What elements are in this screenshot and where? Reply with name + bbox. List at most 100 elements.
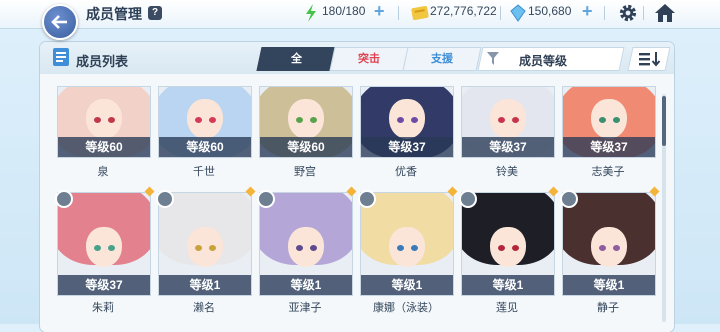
portrait-eye	[209, 117, 216, 123]
member-level: 等级37	[361, 137, 453, 157]
portrait-face	[591, 227, 627, 267]
member-level: 等级60	[159, 137, 251, 157]
portrait-eye	[108, 117, 115, 123]
portrait-face	[389, 99, 425, 139]
member-name: 静子	[597, 302, 619, 314]
portrait-eye	[397, 117, 404, 123]
portrait-eye	[498, 117, 505, 123]
member-portrait: 等级60	[57, 86, 151, 158]
member-card[interactable]: 等级1 康娜（泳装）	[358, 186, 458, 315]
divider	[500, 6, 501, 20]
member-name: 铃美	[496, 166, 518, 178]
portrait-face	[288, 99, 324, 139]
member-portrait: 等级37	[57, 192, 151, 296]
portrait-face	[187, 99, 223, 139]
member-card[interactable]: 等级1 莲见	[459, 186, 559, 315]
portrait-eye	[599, 117, 606, 123]
member-portrait: 等级1	[158, 192, 252, 296]
lock-icon[interactable]	[257, 190, 275, 208]
member-card[interactable]: 等级37 朱莉	[55, 186, 155, 315]
lock-icon[interactable]	[55, 190, 73, 208]
member-name: 莲见	[496, 302, 518, 314]
portrait-eye	[411, 245, 418, 251]
stamina-value: 180/180	[322, 4, 366, 18]
member-portrait: 等级37	[562, 86, 656, 158]
tab-special[interactable]: 支援	[402, 47, 482, 71]
add-stamina-button[interactable]: +	[374, 1, 385, 22]
member-level: 等级1	[361, 275, 453, 295]
member-card[interactable]: 等级37 优香	[360, 86, 454, 179]
member-list-icon	[53, 48, 69, 66]
member-card[interactable]: 等级1 亚津子	[257, 186, 357, 315]
scrollbar-thumb[interactable]	[662, 96, 666, 146]
portrait-face	[490, 99, 526, 139]
portrait-eye	[296, 245, 303, 251]
member-portrait: 等级37	[461, 86, 555, 158]
member-level: 等级1	[563, 275, 655, 295]
portrait-eye	[310, 117, 317, 123]
home-icon[interactable]	[654, 3, 676, 23]
arrow-left-icon	[51, 15, 67, 29]
divider	[604, 6, 605, 20]
filter-icon	[487, 52, 499, 65]
sort-dropdown[interactable]: 成员等级	[477, 47, 625, 71]
top-bar: 成员管理 ? 180/180 + 272,776,722 150,680 +	[0, 0, 720, 29]
member-card[interactable]: 等级37 铃美	[461, 86, 555, 179]
sort-descending-icon	[639, 52, 661, 67]
member-card[interactable]: 等级60 野宫	[259, 86, 353, 179]
member-level: 等级37	[462, 137, 554, 157]
stamina-icon	[306, 4, 316, 22]
member-portrait: 等级1	[360, 192, 454, 296]
member-level: 等级37	[563, 137, 655, 157]
member-portrait: 等级1	[562, 192, 656, 296]
tab-all[interactable]: 全	[256, 47, 336, 71]
tab-striker[interactable]: 突击	[329, 47, 409, 71]
portrait-eye	[94, 117, 101, 123]
member-card[interactable]: 等级37 志美子	[562, 86, 656, 179]
gear-icon[interactable]	[618, 3, 638, 23]
member-card[interactable]: 等级60 千世	[158, 86, 252, 179]
help-icon[interactable]: ?	[148, 6, 162, 20]
back-button[interactable]	[42, 4, 78, 40]
portrait-eye	[498, 245, 505, 251]
portrait-eye	[397, 245, 404, 251]
sort-order-button[interactable]	[627, 47, 671, 71]
portrait-face	[86, 99, 122, 139]
add-gem-button[interactable]: +	[582, 1, 593, 22]
divider	[643, 6, 644, 20]
lock-icon[interactable]	[560, 190, 578, 208]
portrait-eye	[310, 245, 317, 251]
credit-value: 272,776,722	[430, 4, 497, 18]
member-portrait: 等级1	[259, 192, 353, 296]
member-portrait: 等级37	[360, 86, 454, 158]
portrait-face	[288, 227, 324, 267]
member-name: 优香	[395, 166, 417, 178]
portrait-eye	[613, 117, 620, 123]
scrollbar[interactable]	[662, 94, 666, 322]
portrait-eye	[296, 117, 303, 123]
portrait-face	[86, 227, 122, 267]
member-level: 等级1	[462, 275, 554, 295]
portrait-eye	[599, 245, 606, 251]
member-card[interactable]: 等级60 泉	[57, 86, 151, 179]
member-level: 等级1	[159, 275, 251, 295]
portrait-face	[591, 99, 627, 139]
page-title: 成员管理	[86, 6, 142, 22]
portrait-eye	[512, 117, 519, 123]
member-portrait: 等级60	[158, 86, 252, 158]
lock-icon[interactable]	[459, 190, 477, 208]
portrait-face	[187, 227, 223, 267]
member-name: 野宫	[294, 166, 316, 178]
sort-label: 成员等级	[519, 54, 568, 68]
portrait-eye	[209, 245, 216, 251]
member-card[interactable]: 等级1 静子	[560, 186, 660, 315]
member-level: 等级37	[58, 275, 150, 295]
member-level: 等级60	[58, 137, 150, 157]
lock-icon[interactable]	[358, 190, 376, 208]
divider	[398, 6, 399, 20]
lock-icon[interactable]	[156, 190, 174, 208]
portrait-face	[490, 227, 526, 267]
member-card[interactable]: 等级1 濑名	[156, 186, 256, 315]
gem-icon	[510, 4, 526, 22]
member-name: 朱莉	[92, 302, 114, 314]
